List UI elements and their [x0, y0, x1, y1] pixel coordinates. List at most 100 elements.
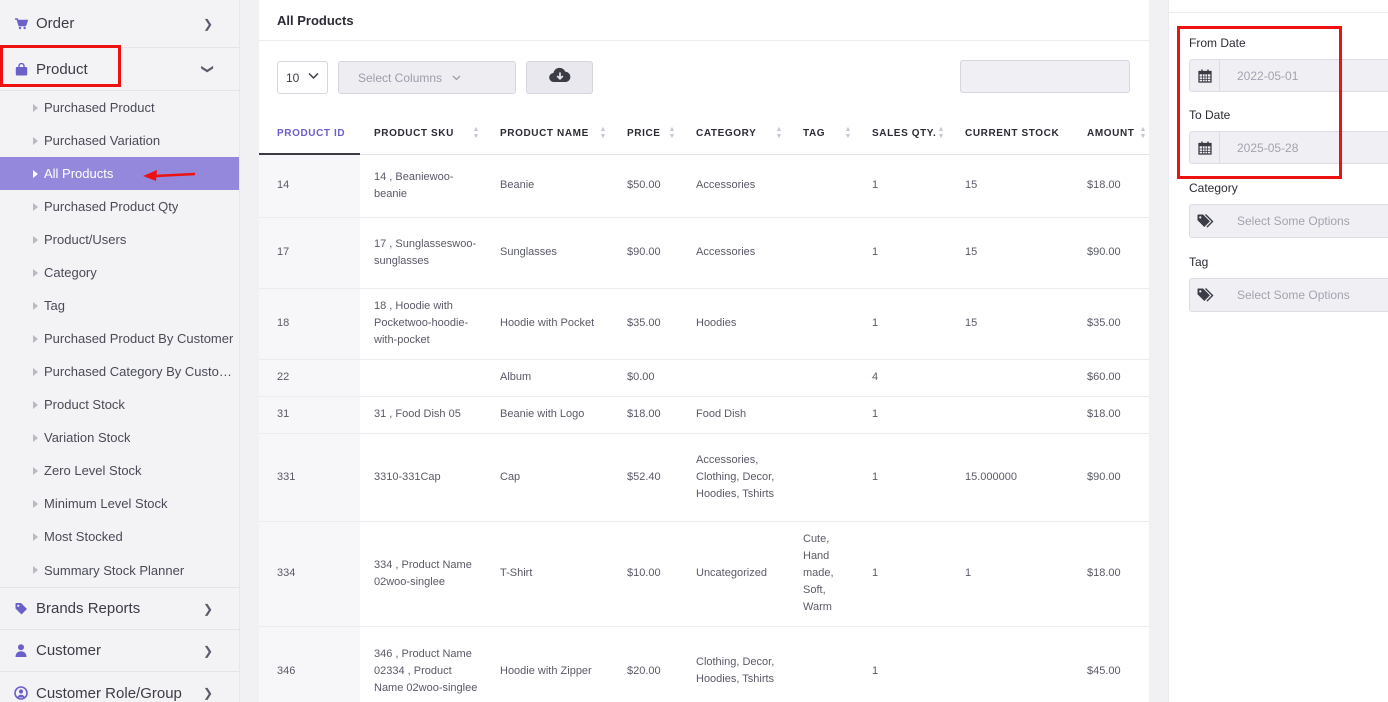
column-header-product-id[interactable]: PRODUCT ID — [259, 113, 360, 155]
table-cell: $35.00 — [613, 288, 682, 360]
table-cell: 1 — [858, 288, 951, 360]
table-toolbar: 10 Select Columns — [259, 41, 1149, 113]
tag-placeholder: Select Some Options — [1237, 288, 1350, 302]
sidebar-subitem-zero-level-stock[interactable]: Zero Level Stock — [0, 454, 239, 487]
column-header-tag[interactable]: TAG ▲ ▼ — [789, 113, 858, 155]
table-cell: 334 , Product Name 02woo-singlee — [360, 521, 486, 627]
sidebar: Order ❯ Product ❯ Purchased Product Purc… — [0, 0, 240, 702]
table-cell: Accessories — [682, 154, 789, 218]
table-cell: 3310-331Cap — [360, 433, 486, 522]
chevron-right-icon: ❯ — [202, 686, 213, 700]
table-cell — [789, 217, 858, 289]
column-header-amount[interactable]: AMOUNT ▲ ▼ — [1073, 113, 1149, 155]
table-cell: 31 — [259, 396, 360, 434]
category-label: Category — [1189, 181, 1238, 195]
table-cell: Album — [486, 359, 613, 397]
table-cell — [789, 359, 858, 397]
to-date-field[interactable]: 2025-05-28 — [1189, 131, 1388, 164]
sidebar-subitem-purchased-product-qty[interactable]: Purchased Product Qty — [0, 190, 239, 223]
column-header-price[interactable]: PRICE ▲ ▼ — [613, 113, 682, 155]
table-cell: Beanie with Logo — [486, 396, 613, 434]
to-date-value: 2025-05-28 — [1237, 140, 1299, 155]
column-header-sales-qty[interactable]: SALES QTY. ▲ ▼ — [858, 113, 951, 155]
sidebar-subitem-tag[interactable]: Tag — [0, 289, 239, 322]
column-header-category[interactable]: CATEGORY ▲ ▼ — [682, 113, 789, 155]
sort-icon: ▲ ▼ — [775, 126, 783, 140]
table-row[interactable]: 22 Album $0.00 4 $60.00 — [259, 359, 1149, 397]
sidebar-item-order[interactable]: Order ❯ — [0, 0, 239, 48]
table-cell: Hoodies — [682, 288, 789, 360]
table-cell: 1 — [858, 154, 951, 218]
table-cell: 18 — [259, 288, 360, 360]
from-date-field[interactable]: 2022-05-01 — [1189, 59, 1388, 92]
sidebar-subitem-purchased-variation[interactable]: Purchased Variation — [0, 124, 239, 157]
table-cell: $18.00 — [613, 396, 682, 434]
table-cell: Sunglasses — [486, 217, 613, 289]
sidebar-subitem-purchased-category-by-customer[interactable]: Purchased Category By Customer — [0, 355, 239, 388]
tag-select[interactable]: Select Some Options — [1189, 278, 1388, 312]
sort-icon: ▲ ▼ — [599, 126, 607, 140]
table-cell: 17 , Sunglasseswoo-sunglasses — [360, 217, 486, 289]
table-cell: $60.00 — [1073, 359, 1149, 397]
table-cell: 31 , Food Dish 05 — [360, 396, 486, 434]
sidebar-subitem-most-stocked[interactable]: Most Stocked — [0, 520, 239, 553]
sidebar-item-label: Order — [36, 15, 75, 32]
select-columns-dropdown[interactable]: Select Columns — [338, 61, 516, 94]
column-header-current-stock[interactable]: CURRENT STOCK — [951, 113, 1073, 155]
table-row[interactable]: 14 14 , Beaniewoo-beanie Beanie $50.00 Acces… — [259, 154, 1149, 218]
sidebar-item-label: Customer Role/Group — [36, 684, 182, 702]
annotation-arrow — [143, 170, 196, 181]
sidebar-subitem-category[interactable]: Category — [0, 256, 239, 289]
tag-label: Tag — [1189, 255, 1209, 269]
search-input[interactable] — [960, 60, 1130, 93]
sidebar-subitem-product-stock[interactable]: Product Stock — [0, 388, 239, 421]
sort-icon: ▲ ▼ — [472, 126, 480, 140]
caret-right-icon — [33, 334, 38, 343]
table-cell — [682, 359, 789, 397]
table-row[interactable]: 334 334 , Product Name 02woo-singlee T-Shi… — [259, 521, 1149, 627]
page-length-select[interactable]: 10 — [277, 61, 328, 94]
sort-icon: ▲ ▼ — [1139, 126, 1147, 140]
from-date-value: 2022-05-01 — [1237, 68, 1299, 83]
column-header-product-sku[interactable]: PRODUCT SKU ▲ ▼ — [360, 113, 486, 155]
table-cell: 22 — [259, 359, 360, 397]
page-title: All Products — [259, 0, 1149, 41]
chevron-right-icon: ❯ — [202, 16, 213, 31]
sidebar-subitem-variation-stock[interactable]: Variation Stock — [0, 421, 239, 454]
table-row[interactable]: 18 18 , Hoodie with Pocketwoo-hoodie-with… — [259, 288, 1149, 360]
table-row[interactable]: 331 3310-331Cap Cap $52.40 Accessories, Clot… — [259, 433, 1149, 522]
sidebar-subitem-minimum-level-stock[interactable]: Minimum Level Stock — [0, 487, 239, 520]
table-cell: 18 , Hoodie with Pocketwoo-hoodie-with-p… — [360, 288, 486, 360]
table-cell: Hoodie with Zipper — [486, 626, 613, 702]
caret-right-icon — [33, 499, 38, 508]
table-cell: $10.00 — [613, 521, 682, 627]
category-select[interactable]: Select Some Options — [1189, 204, 1388, 238]
sidebar-item-product[interactable]: Product ❯ — [0, 48, 239, 91]
caret-right-icon — [33, 103, 38, 112]
sidebar-subitem-product-users[interactable]: Product/Users — [0, 223, 239, 256]
filter-panel: From Date 2022-05-01 To Date 2025-05-28 … — [1168, 0, 1388, 702]
table-cell: 14 , Beaniewoo-beanie — [360, 154, 486, 218]
sidebar-item-customer-role-group[interactable]: Customer Role/Group ❯ — [0, 671, 239, 702]
from-date-label: From Date — [1189, 36, 1246, 50]
download-button[interactable] — [526, 61, 593, 94]
sidebar-subitem-purchased-product[interactable]: Purchased Product — [0, 91, 239, 124]
table-cell: 15 — [951, 154, 1073, 218]
sidebar-subitem-all-products[interactable]: All Products — [0, 157, 239, 190]
sidebar-subitem-purchased-product-by-customer[interactable]: Purchased Product By Customer — [0, 322, 239, 355]
table-cell: Cap — [486, 433, 613, 522]
table-cell: 346 , Product Name 02334 , Product Name … — [360, 626, 486, 702]
select-columns-placeholder: Select Columns — [358, 70, 443, 85]
table-row[interactable]: 31 31 , Food Dish 05 Beanie with Logo $18.0… — [259, 396, 1149, 434]
sidebar-item-brands-reports[interactable]: Brands Reports ❯ — [0, 587, 239, 629]
table-row[interactable]: 346 346 , Product Name 02334 , Product Na… — [259, 626, 1149, 702]
table-cell: $18.00 — [1073, 154, 1149, 218]
caret-right-icon — [33, 433, 38, 442]
chevron-down-icon — [452, 73, 461, 83]
chevron-right-icon: ❯ — [202, 601, 213, 616]
sort-icon: ▲ ▼ — [937, 126, 945, 140]
column-header-product-name[interactable]: PRODUCT NAME ▲ ▼ — [486, 113, 613, 155]
sidebar-subitem-summary-stock-planner[interactable]: Summary Stock Planner — [0, 553, 239, 587]
table-row[interactable]: 17 17 , Sunglasseswoo-sunglasses Sunglasse… — [259, 217, 1149, 289]
sidebar-item-customer[interactable]: Customer ❯ — [0, 629, 239, 671]
